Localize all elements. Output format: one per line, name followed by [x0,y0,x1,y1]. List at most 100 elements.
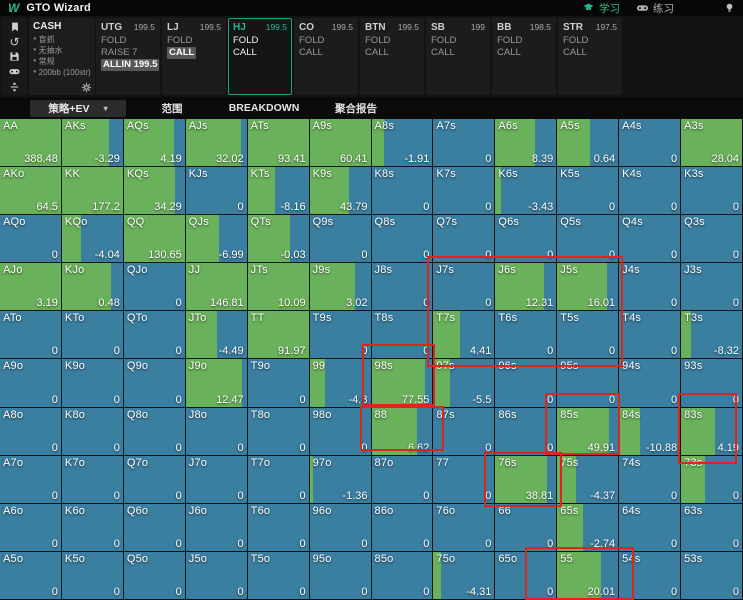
cell-KTo[interactable]: KTo0 [62,311,124,359]
cell-Q6o[interactable]: Q6o0 [124,504,186,552]
cell-75s[interactable]: 75s-4.37 [557,456,619,504]
action-raise-7[interactable]: RAISE 7 [101,47,155,59]
cell-T3s[interactable]: T3s-8.32 [681,311,743,359]
cell-A7o[interactable]: A7o0 [0,456,62,504]
cell-K3s[interactable]: K3s0 [681,167,743,215]
cell-98s[interactable]: 98s77.55 [372,359,434,407]
cell-AA[interactable]: AA388.48 [0,119,62,167]
cell-T7s[interactable]: T7s4.41 [433,311,495,359]
bookmark-icon[interactable] [7,20,22,33]
tab-聚合报告[interactable]: 聚合报告 [310,101,402,116]
cell-A7s[interactable]: A7s0 [433,119,495,167]
cell-83s[interactable]: 83s4.19 [681,408,743,456]
cell-65s[interactable]: 65s-2.74 [557,504,619,552]
cell-QJo[interactable]: QJo0 [124,263,186,311]
cell-54s[interactable]: 54s0 [619,552,681,600]
cell-QQ[interactable]: QQ130.65 [124,215,186,263]
cell-A8s[interactable]: A8s-1.91 [372,119,434,167]
cell-J6s[interactable]: J6s12.31 [495,263,557,311]
cell-ATo[interactable]: ATo0 [0,311,62,359]
cell-T6s[interactable]: T6s0 [495,311,557,359]
cell-K8s[interactable]: K8s0 [372,167,434,215]
tab-breakdown[interactable]: BREAKDOWN [218,102,310,114]
cell-A3s[interactable]: A3s28.04 [681,119,743,167]
cell-K4s[interactable]: K4s0 [619,167,681,215]
cell-AKs[interactable]: AKs-3.29 [62,119,124,167]
cell-Q6s[interactable]: Q6s0 [495,215,557,263]
cell-K8o[interactable]: K8o0 [62,408,124,456]
cell-A9o[interactable]: A9o0 [0,359,62,407]
cell-A6s[interactable]: A6s8.39 [495,119,557,167]
cell-K9s[interactable]: K9s43.79 [310,167,372,215]
cell-66[interactable]: 660 [495,504,557,552]
cell-53s[interactable]: 53s0 [681,552,743,600]
cell-A6o[interactable]: A6o0 [0,504,62,552]
gamepad-icon[interactable] [7,65,22,78]
position-panel-str[interactable]: STR197.5FOLDCALL [558,18,622,95]
action-fold[interactable]: FOLD [167,35,221,47]
cell-A8o[interactable]: A8o0 [0,408,62,456]
cell-63s[interactable]: 63s0 [681,504,743,552]
cell-T7o[interactable]: T7o0 [248,456,310,504]
strategy-ev-dropdown[interactable]: 策略+EV▾ [30,100,126,117]
position-panel-co[interactable]: CO199.5FOLDCALL [294,18,358,95]
cash-panel[interactable]: CASH ●盲抓●无抽水●常规●200bb (100str) [29,18,95,95]
cell-Q8o[interactable]: Q8o0 [124,408,186,456]
cell-76s[interactable]: 76s38.81 [495,456,557,504]
cell-65o[interactable]: 65o0 [495,552,557,600]
cell-K6s[interactable]: K6s-3.43 [495,167,557,215]
cell-A5o[interactable]: A5o0 [0,552,62,600]
cell-96s[interactable]: 96s0 [495,359,557,407]
cell-KK[interactable]: KK177.2 [62,167,124,215]
cell-Q4s[interactable]: Q4s0 [619,215,681,263]
cell-95o[interactable]: 95o0 [310,552,372,600]
cell-AQo[interactable]: AQo0 [0,215,62,263]
position-panel-lj[interactable]: LJ199.5FOLDCALL [162,18,226,95]
nav-practice-button[interactable]: 练习 [636,1,674,16]
action-call[interactable]: CALL [233,47,287,59]
cell-TT[interactable]: TT91.97 [248,311,310,359]
cell-T9s[interactable]: T9s0 [310,311,372,359]
cell-JTo[interactable]: JTo-4.49 [186,311,248,359]
cell-84s[interactable]: 84s-10.88 [619,408,681,456]
save-icon[interactable] [7,50,22,63]
cell-K7o[interactable]: K7o0 [62,456,124,504]
cell-J5s[interactable]: J5s16.01 [557,263,619,311]
cell-KJs[interactable]: KJs0 [186,167,248,215]
cell-Q5o[interactable]: Q5o0 [124,552,186,600]
lightbulb-icon[interactable] [724,2,735,14]
cell-93s[interactable]: 93s0 [681,359,743,407]
cell-T5o[interactable]: T5o0 [248,552,310,600]
cell-K7s[interactable]: K7s0 [433,167,495,215]
cell-QTo[interactable]: QTo0 [124,311,186,359]
cell-73s[interactable]: 73s0 [681,456,743,504]
cell-94s[interactable]: 94s0 [619,359,681,407]
cell-AJs[interactable]: AJs32.02 [186,119,248,167]
cell-J9s[interactable]: J9s3.02 [310,263,372,311]
cell-A9s[interactable]: A9s60.41 [310,119,372,167]
action-fold[interactable]: FOLD [563,35,617,47]
cell-K5s[interactable]: K5s0 [557,167,619,215]
action-call[interactable]: CALL [563,47,617,59]
nav-study-button[interactable]: 学习 [582,1,620,16]
position-panel-bb[interactable]: BB198.5FOLDCALL [492,18,556,95]
cell-Q7o[interactable]: Q7o0 [124,456,186,504]
cell-97o[interactable]: 97o-1.36 [310,456,372,504]
history-icon[interactable]: ↺ [7,35,22,48]
cell-J3s[interactable]: J3s0 [681,263,743,311]
cell-AKo[interactable]: AKo64.5 [0,167,62,215]
cell-J6o[interactable]: J6o0 [186,504,248,552]
split-icon[interactable] [7,80,22,93]
cell-A4s[interactable]: A4s0 [619,119,681,167]
cell-K6o[interactable]: K6o0 [62,504,124,552]
cell-JJ[interactable]: JJ146.81 [186,263,248,311]
cell-95s[interactable]: 95s0 [557,359,619,407]
position-panel-sb[interactable]: SB199FOLDCALL [426,18,490,95]
cell-T8o[interactable]: T8o0 [248,408,310,456]
cell-85s[interactable]: 85s49.91 [557,408,619,456]
cell-QJs[interactable]: QJs-6.99 [186,215,248,263]
cell-T9o[interactable]: T9o0 [248,359,310,407]
cell-J5o[interactable]: J5o0 [186,552,248,600]
cell-JTs[interactable]: JTs10.09 [248,263,310,311]
cell-Q3s[interactable]: Q3s0 [681,215,743,263]
